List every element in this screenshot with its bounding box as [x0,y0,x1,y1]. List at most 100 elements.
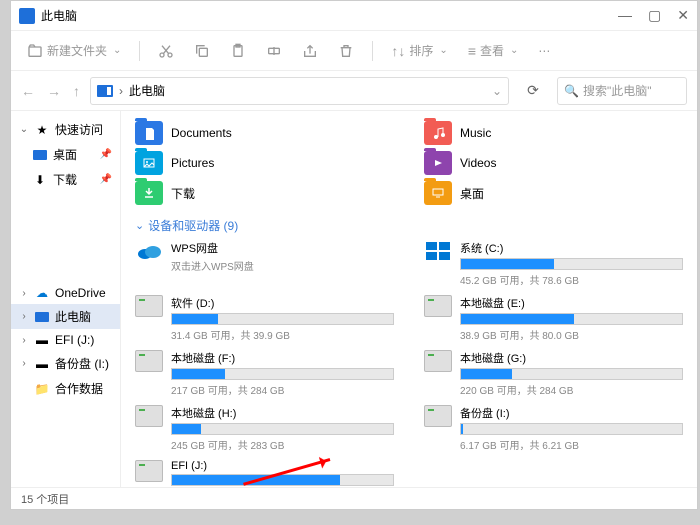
pin-icon: 📌 [100,174,112,185]
statusbar: 15 个项目 [11,487,697,509]
folder-name: Pictures [171,156,214,170]
sidebar-quick-access[interactable]: ⌄ ★ 快速访问 [11,117,120,142]
delete-button[interactable] [332,39,360,63]
drive-icon [424,405,452,427]
drive-subtext: 双击进入WPS网盘 [171,258,394,273]
sidebar-label: EFI (J:) [55,333,94,347]
sidebar-label: 下载 [53,171,77,188]
capacity-bar [460,368,683,380]
sidebar-coop[interactable]: 📁 合作数据 [11,376,120,401]
drive-item[interactable]: 系统 (C:) 45.2 GB 可用，共 78.6 GB [424,240,683,287]
sidebar-this-pc[interactable]: › 此电脑 [11,304,120,329]
folder-music[interactable]: Music [424,121,683,145]
close-button[interactable]: ✕ [677,7,689,24]
navbar: ← → ↑ › 此电脑 ⌄ ⟳ 🔍 搜索"此电脑" [11,71,697,111]
folder-icon [424,181,452,205]
sidebar-desktop[interactable]: 桌面 📌 [11,142,120,167]
pc-icon [97,85,113,97]
drive-name: 备份盘 (I:) [460,405,683,421]
drive-free-text: 6.17 GB 可用，共 6.21 GB [460,437,683,452]
search-input[interactable]: 🔍 搜索"此电脑" [557,77,687,105]
sort-icon: ↑↓ [391,43,405,59]
drive-free-text: 45.2 GB 可用，共 78.6 GB [460,272,683,287]
drive-name: 本地磁盘 (H:) [171,405,394,421]
capacity-bar [171,474,394,486]
capacity-bar [171,313,394,325]
view-icon: ≡ [468,43,476,59]
address-bar[interactable]: › 此电脑 ⌄ [90,77,509,105]
chevron-down-icon[interactable]: ⌄ [492,84,502,98]
drive-item[interactable]: 本地磁盘 (F:)217 GB 可用，共 284 GB [135,350,394,397]
drive-item[interactable]: EFI (J:)109 MB 可用，共 449 MB [135,460,394,487]
drive-name: 软件 (D:) [171,295,394,311]
content-pane: Documents Music Pictures Videos 下载 桌面 设备和驱动器 … [121,111,697,487]
folder-pics[interactable]: Pictures [135,151,394,175]
drive-item[interactable]: 软件 (D:)31.4 GB 可用，共 39.9 GB [135,295,394,342]
new-folder-button[interactable]: 新建文件夹 [21,38,127,63]
drive-icon [424,350,452,372]
sidebar-label: 桌面 [53,146,77,163]
folder-docs[interactable]: Documents [135,121,394,145]
paste-button[interactable] [224,39,252,63]
share-button[interactable] [296,39,324,63]
up-button[interactable]: ↑ [73,83,80,99]
maximize-button[interactable]: ▢ [648,7,661,24]
drive-name: 系统 (C:) [460,240,683,256]
capacity-bar [171,423,394,435]
sort-button[interactable]: ↑↓ 排序 [385,38,453,63]
folder-name: Videos [460,156,496,170]
view-button[interactable]: ≡ 查看 [462,38,525,63]
window-title: 此电脑 [41,7,618,24]
sidebar-label: 此电脑 [55,308,91,325]
folder-name: 下载 [171,185,195,202]
drive-item[interactable]: WPS网盘双击进入WPS网盘 [135,240,394,287]
drive-name: EFI (J:) [171,460,394,472]
sidebar-backup[interactable]: › ▬ 备份盘 (I:) [11,351,120,376]
titlebar: 此电脑 — ▢ ✕ [11,1,697,31]
folder-icon [424,151,452,175]
drive-item[interactable]: 本地磁盘 (G:)220 GB 可用，共 284 GB [424,350,683,397]
drive-item[interactable]: 本地磁盘 (E:)38.9 GB 可用，共 80.0 GB [424,295,683,342]
folder-vids[interactable]: Videos [424,151,683,175]
minimize-button[interactable]: — [618,7,632,24]
sidebar: ⌄ ★ 快速访问 桌面 📌 ⬇ 下载 📌 › ☁ OneDrive › [11,111,121,487]
drive-name: 本地磁盘 (G:) [460,350,683,366]
folder-icon [424,121,452,145]
devices-section-header[interactable]: 设备和驱动器 (9) [135,217,683,234]
folder-icon: 📁 [35,382,49,396]
download-icon: ⬇ [33,173,47,187]
pin-icon: 📌 [100,149,112,160]
new-folder-icon [27,43,43,59]
drive-icon [135,460,163,482]
item-count: 15 个项目 [21,491,69,507]
rename-button[interactable] [260,39,288,63]
more-button[interactable]: ⋯ [532,40,556,62]
refresh-button[interactable]: ⟳ [519,82,547,99]
drive-item[interactable]: 本地磁盘 (H:)245 GB 可用，共 283 GB [135,405,394,452]
copy-button[interactable] [188,39,216,63]
sidebar-downloads[interactable]: ⬇ 下载 📌 [11,167,120,192]
star-icon: ★ [35,123,49,137]
forward-button[interactable]: → [47,83,61,99]
drive-item[interactable]: 备份盘 (I:) 6.17 GB 可用，共 6.21 GB [424,405,683,452]
sidebar-efi[interactable]: › ▬ EFI (J:) [11,329,120,351]
folder-icon [135,181,163,205]
folder-name: Music [460,126,491,140]
sidebar-onedrive[interactable]: › ☁ OneDrive [11,282,120,304]
search-icon: 🔍 [564,84,579,98]
drive-icon [135,350,163,372]
folder-icon [135,151,163,175]
folder-name: Documents [171,126,232,140]
drive-icon: ▬ [35,357,49,371]
capacity-bar [460,423,683,435]
sidebar-label: 快速访问 [55,121,103,138]
search-placeholder: 搜索"此电脑" [583,82,652,99]
cut-button[interactable] [152,39,180,63]
folder-desk[interactable]: 桌面 [424,181,683,205]
back-button[interactable]: ← [21,83,35,99]
folder-dl[interactable]: 下载 [135,181,394,205]
separator [139,41,140,61]
separator [372,41,373,61]
sidebar-label: 备份盘 (I:) [55,355,109,372]
drive-free-text: 217 GB 可用，共 284 GB [171,382,394,397]
